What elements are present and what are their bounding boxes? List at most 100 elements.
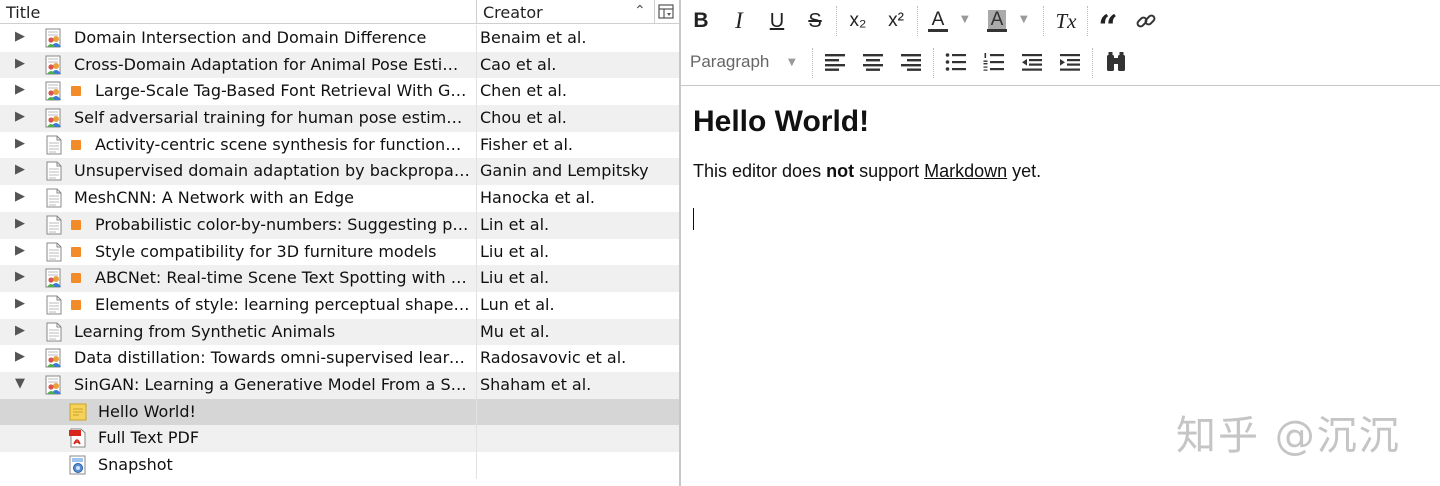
column-divider xyxy=(476,238,477,266)
note-paragraph[interactable]: This editor does not support Markdown ye… xyxy=(693,161,1423,182)
tree-row[interactable]: ▶ Large-Scale Tag-Based Font Retrieval Wi… xyxy=(0,78,679,106)
paragraph-text: This editor does xyxy=(693,161,827,181)
expand-twisty-icon[interactable]: ▶ xyxy=(15,296,25,311)
column-picker-icon[interactable] xyxy=(658,4,674,19)
superscript-glyph: x² xyxy=(888,10,904,31)
column-divider[interactable] xyxy=(476,0,477,24)
outdent-button[interactable] xyxy=(1019,48,1045,76)
bold-button[interactable]: B xyxy=(689,7,713,35)
paragraph-format-select[interactable]: Paragraph xyxy=(690,52,769,72)
editor-toolbar: B I U S x₂ x² A ▼ A ▼ Tx “ Paragraph ▼ xyxy=(681,0,1440,86)
tag-color-icon xyxy=(71,246,81,257)
expand-twisty-icon[interactable]: ▶ xyxy=(15,189,25,204)
indent-icon xyxy=(1060,54,1080,71)
column-title-header[interactable]: Title xyxy=(6,3,40,22)
bulleted-list-icon xyxy=(945,53,966,71)
expand-twisty-icon[interactable]: ▶ xyxy=(15,29,25,44)
expand-twisty-icon[interactable]: ▶ xyxy=(15,162,25,177)
item-creator: Liu et al. xyxy=(480,241,550,261)
tree-row[interactable]: ▶ Elements of style: learning perceptual … xyxy=(0,291,679,319)
tree-row[interactable]: ▶ Self adversarial training for human pos… xyxy=(0,105,679,132)
highlight-color-button[interactable]: A xyxy=(985,7,1009,35)
column-divider xyxy=(476,452,477,479)
tree-row[interactable]: ▶ Cross-Domain Adaptation for Animal Pose… xyxy=(0,51,679,79)
column-divider xyxy=(476,318,477,346)
superscript-button[interactable]: x² xyxy=(883,7,909,35)
clear-formatting-glyph: Tx xyxy=(1055,8,1077,33)
align-right-button[interactable] xyxy=(898,48,924,76)
item-title: Elements of style: learning perceptual s… xyxy=(95,294,470,314)
highlight-dropdown-icon[interactable]: ▼ xyxy=(1020,14,1028,25)
tree-row[interactable]: Full Text PDF xyxy=(0,425,679,452)
subscript-button[interactable]: x₂ xyxy=(845,7,871,35)
tree-row[interactable]: ▶ Data distillation: Towards omni-supervi… xyxy=(0,345,679,372)
tree-row[interactable]: ▶ Learning from Synthetic Animals Mu et al… xyxy=(0,318,679,346)
paragraph-dropdown-icon[interactable]: ▼ xyxy=(788,57,796,68)
paragraph-text: support xyxy=(854,161,925,181)
toolbar-separator xyxy=(917,6,918,36)
highlight-glyph: A xyxy=(987,10,1007,29)
tree-row[interactable]: ▶ Probabilistic color-by-numbers: Suggest… xyxy=(0,211,679,239)
tree-row[interactable]: Snapshot xyxy=(0,452,679,479)
text-color-swatch xyxy=(928,29,948,32)
bold-text: not xyxy=(826,161,855,181)
text-color-button[interactable]: A xyxy=(926,7,950,35)
editor-content[interactable]: Hello World! This editor does not suppor… xyxy=(693,105,1423,182)
strikethrough-button[interactable]: S xyxy=(803,7,827,35)
text-color-dropdown-icon[interactable]: ▼ xyxy=(961,14,969,25)
column-divider xyxy=(476,25,477,52)
toolbar-separator xyxy=(1092,48,1093,78)
tree-row[interactable]: ▶ ABCNet: Real-time Scene Text Spotting w… xyxy=(0,265,679,292)
italic-button[interactable]: I xyxy=(727,7,751,35)
numbered-list-button[interactable] xyxy=(981,48,1007,76)
item-title: Large-Scale Tag-Based Font Retrieval Wit… xyxy=(95,81,470,101)
indent-button[interactable] xyxy=(1057,48,1083,76)
underline-button[interactable]: U xyxy=(765,7,789,35)
sort-ascending-icon[interactable]: ⌃ xyxy=(634,3,646,19)
column-divider xyxy=(476,51,477,79)
item-creator: Benaim et al. xyxy=(480,28,587,47)
align-left-button[interactable] xyxy=(822,48,848,76)
item-tree: ▶ Domain Intersection and Domain Differen… xyxy=(0,25,679,479)
align-right-icon xyxy=(901,54,921,71)
blockquote-button[interactable]: “ xyxy=(1095,7,1121,45)
markdown-link[interactable]: Markdown xyxy=(924,161,1007,181)
expand-twisty-icon[interactable]: ▶ xyxy=(15,323,25,338)
expand-twisty-icon[interactable]: ▶ xyxy=(15,56,25,71)
clear-formatting-button[interactable]: Tx xyxy=(1052,7,1080,35)
tree-row[interactable]: Hello World! xyxy=(0,398,679,426)
expand-twisty-icon[interactable]: ▶ xyxy=(15,109,25,124)
item-creator: Shaham et al. xyxy=(480,374,592,394)
note-icon xyxy=(68,402,88,422)
tree-row[interactable]: ▶ Domain Intersection and Domain Differen… xyxy=(0,25,679,52)
column-creator-header[interactable]: Creator xyxy=(483,3,543,22)
expand-twisty-icon[interactable]: ▶ xyxy=(15,82,25,97)
tree-row[interactable]: ▶ Style compatibility for 3D furniture mo… xyxy=(0,238,679,266)
item-list-pane: Title Creator ⌃ ▶ Domain Intersection and… xyxy=(0,0,679,486)
document-icon xyxy=(44,135,64,155)
item-creator: Chou et al. xyxy=(480,108,567,128)
find-replace-button[interactable] xyxy=(1103,48,1129,76)
align-center-icon xyxy=(863,54,883,71)
expand-twisty-icon[interactable]: ▶ xyxy=(15,136,25,151)
item-creator: Liu et al. xyxy=(480,268,550,288)
note-heading[interactable]: Hello World! xyxy=(693,105,1423,139)
column-divider xyxy=(476,371,477,399)
collapse-twisty-icon[interactable]: ▼ xyxy=(15,376,25,391)
item-title: Unsupervised domain adaptation by backpr… xyxy=(74,161,470,181)
expand-twisty-icon[interactable]: ▶ xyxy=(15,216,25,231)
toolbar-separator xyxy=(812,48,813,78)
watermark: 知乎 @沉沉 xyxy=(1176,413,1401,459)
insert-link-button[interactable] xyxy=(1133,7,1159,35)
tree-row[interactable]: ▼ SinGAN: Learning a Generative Model Fro… xyxy=(0,371,679,399)
expand-twisty-icon[interactable]: ▶ xyxy=(15,349,25,364)
column-divider xyxy=(476,158,477,186)
expand-twisty-icon[interactable]: ▶ xyxy=(15,243,25,258)
item-creator: Fisher et al. xyxy=(480,134,574,154)
align-center-button[interactable] xyxy=(860,48,886,76)
tree-row[interactable]: ▶ MeshCNN: A Network with an Edge Hanocka … xyxy=(0,185,679,212)
tree-row[interactable]: ▶ Unsupervised domain adaptation by backp… xyxy=(0,158,679,186)
bulleted-list-button[interactable] xyxy=(943,48,969,76)
tree-row[interactable]: ▶ Activity-centric scene synthesis for fu… xyxy=(0,131,679,159)
expand-twisty-icon[interactable]: ▶ xyxy=(15,269,25,284)
